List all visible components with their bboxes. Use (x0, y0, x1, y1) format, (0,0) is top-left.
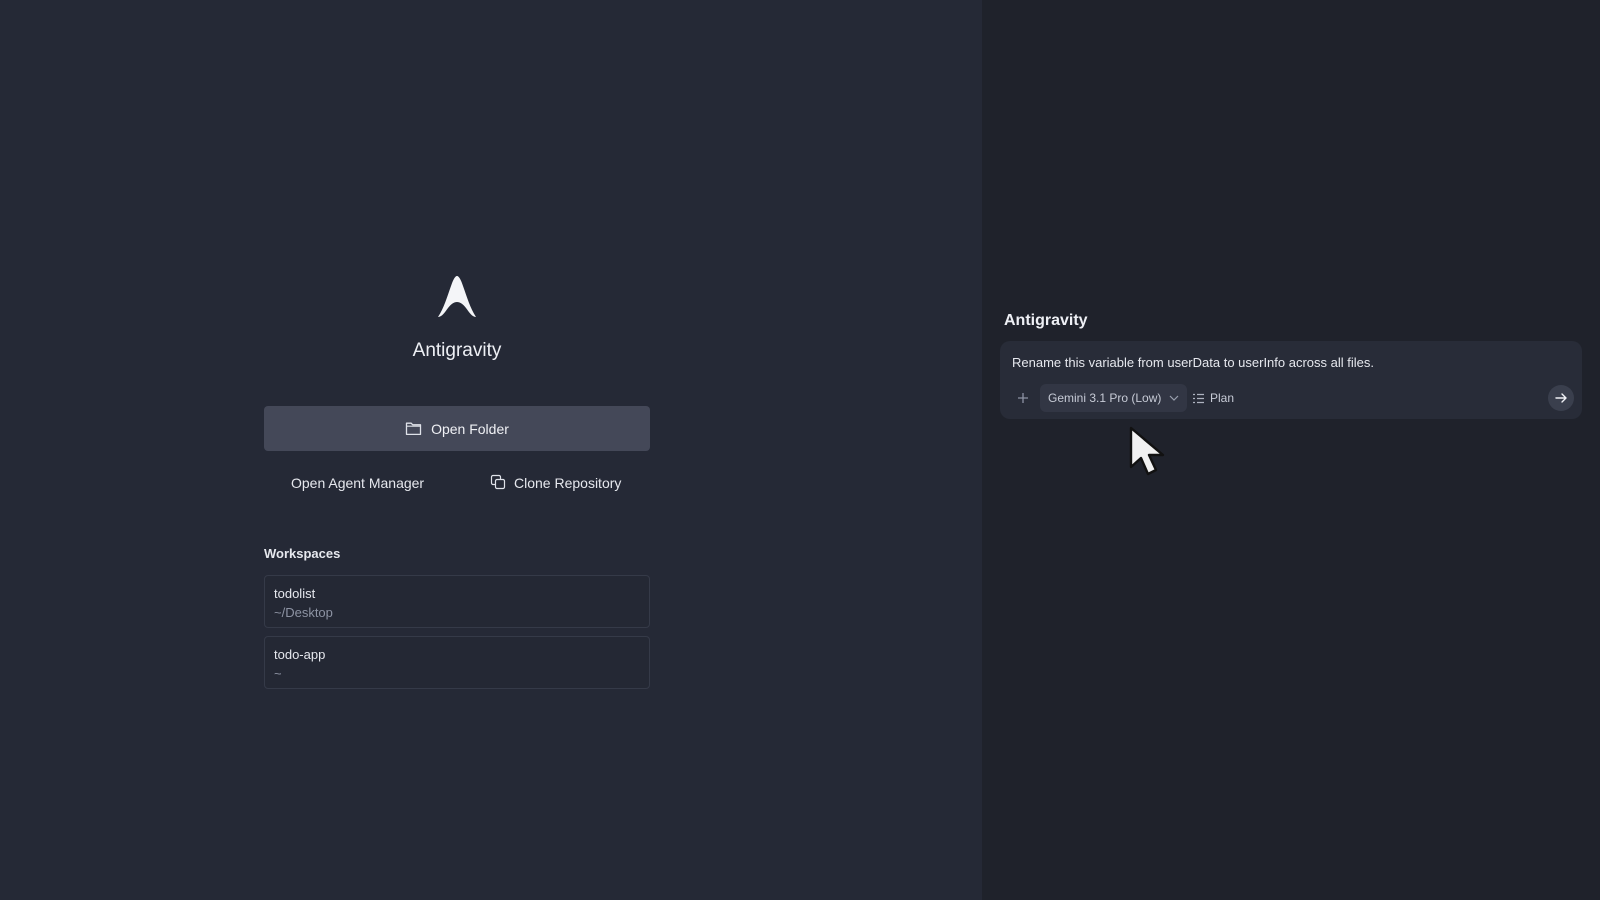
app-name: Antigravity (412, 340, 502, 361)
workspace-item-todo-app[interactable]: todo-app ~ (264, 636, 650, 689)
clone-repository-button[interactable]: Clone Repository (490, 472, 621, 494)
workspace-path: ~/Desktop (274, 605, 333, 620)
send-button[interactable] (1548, 385, 1574, 411)
plan-mode-label: Plan (1210, 391, 1235, 405)
folder-icon (405, 421, 422, 436)
composer-toolbar: Gemini 3.1 Pro (Low) Plan (1008, 384, 1574, 412)
arrow-right-icon (1554, 393, 1567, 403)
agent-panel-title: Antigravity (1004, 312, 1088, 329)
model-selector-label: Gemini 3.1 Pro (Low) (1048, 391, 1162, 405)
list-icon (1193, 393, 1204, 403)
open-folder-label: Open Folder (431, 420, 509, 437)
open-folder-button[interactable]: Open Folder (264, 406, 650, 451)
plus-icon (1018, 393, 1028, 403)
prompt-input[interactable]: Rename this variable from userData to us… (1012, 355, 1374, 370)
workspace-path: ~ (274, 666, 282, 681)
plan-mode-toggle[interactable]: Plan (1192, 384, 1234, 412)
workspace-list: todolist ~/Desktop todo-app ~ (264, 575, 650, 697)
app-window: Antigravity Open Folder Open Agent Manag… (0, 0, 1600, 900)
model-selector[interactable]: Gemini 3.1 Pro (Low) (1040, 384, 1188, 412)
agent-panel: Antigravity Rename this variable from us… (982, 0, 1600, 900)
welcome-pane: Antigravity Open Folder Open Agent Manag… (0, 0, 982, 900)
open-agent-manager-button[interactable]: Open Agent Manager (291, 472, 424, 494)
chevron-down-icon (1169, 395, 1179, 401)
open-agent-manager-label: Open Agent Manager (291, 475, 425, 491)
workspaces-heading: Workspaces (264, 546, 341, 561)
copy-icon (490, 474, 506, 493)
antigravity-logo (438, 276, 476, 317)
workspace-item-todolist[interactable]: todolist ~/Desktop (264, 575, 650, 628)
add-context-button[interactable] (1012, 387, 1034, 409)
workspace-name: todo-app (274, 647, 326, 662)
clone-repository-label: Clone Repository (514, 475, 622, 491)
prompt-composer[interactable]: Rename this variable from userData to us… (1000, 341, 1582, 419)
workspace-name: todolist (274, 586, 316, 601)
